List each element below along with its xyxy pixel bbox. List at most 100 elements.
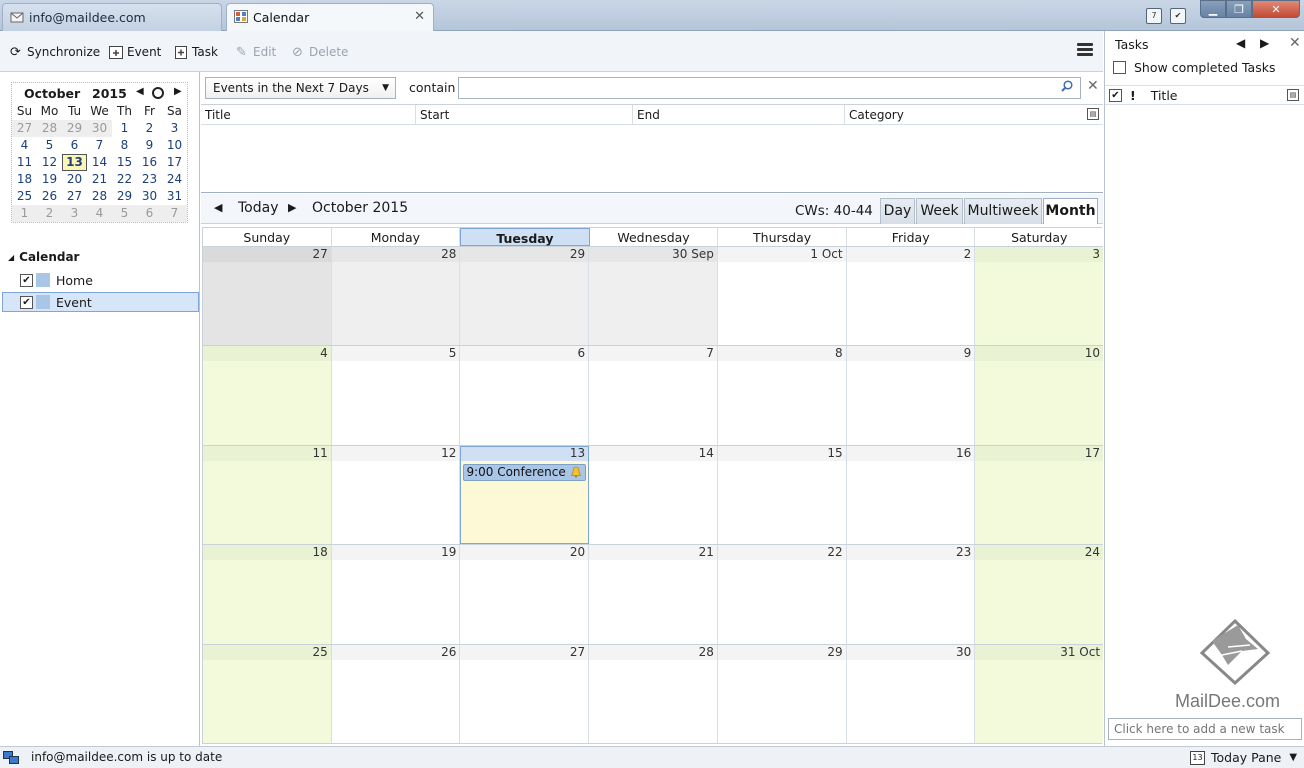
mini-day[interactable]: 4 — [87, 205, 112, 222]
day-cell[interactable]: 30 — [846, 645, 976, 743]
mini-day[interactable]: 9 — [137, 137, 162, 154]
tab-mail[interactable]: info@maildee.com — [2, 3, 222, 31]
mini-month-prev-icon[interactable]: ◀ — [136, 86, 144, 97]
mini-day[interactable]: 1 — [112, 120, 137, 137]
day-cell[interactable]: 25 — [203, 645, 332, 743]
day-cell[interactable]: 27 — [460, 645, 590, 743]
day-cell[interactable]: 8 — [717, 346, 847, 445]
mini-day[interactable]: 3 — [62, 205, 87, 222]
mini-month-year[interactable]: 2015 — [92, 86, 127, 101]
task-complete-column-icon[interactable]: ✔ — [1109, 88, 1122, 102]
day-cell[interactable]: 5 — [331, 346, 461, 445]
day-cell[interactable]: 29 — [717, 645, 847, 743]
mini-day[interactable]: 7 — [162, 205, 187, 222]
day-cell[interactable]: 29 — [460, 247, 590, 345]
day-cell[interactable]: 18 — [203, 545, 332, 644]
mini-day[interactable]: 6 — [62, 137, 87, 154]
mini-day[interactable]: 6 — [137, 205, 162, 222]
column-header-category[interactable]: Category — [845, 105, 1085, 125]
day-cell[interactable]: 22 — [717, 545, 847, 644]
day-cell[interactable]: 15 — [717, 446, 847, 544]
tab-calendar[interactable]: Calendar ✕ — [226, 3, 434, 31]
new-task-button[interactable]: Task — [173, 43, 218, 61]
new-event-button[interactable]: Event — [108, 43, 161, 61]
calendar-event-checkbox[interactable]: ✔ — [20, 295, 33, 309]
task-title-column[interactable]: Title — [1151, 88, 1178, 103]
mini-day-today[interactable]: 13 — [62, 154, 87, 171]
mini-day[interactable]: 27 — [62, 188, 87, 205]
mini-day[interactable]: 3 — [162, 120, 187, 137]
close-window-button[interactable]: ✕ — [1252, 0, 1300, 18]
new-task-input[interactable] — [1108, 718, 1302, 740]
mini-day[interactable]: 2 — [137, 120, 162, 137]
synchronize-button[interactable]: ⟳ Synchronize — [8, 43, 100, 61]
day-cell[interactable]: 28 — [589, 645, 718, 743]
mini-day[interactable]: 30 — [137, 188, 162, 205]
mini-day[interactable]: 16 — [137, 154, 162, 171]
day-cell[interactable]: 1 Oct — [717, 247, 847, 345]
day-cell[interactable]: 30 Sep — [589, 247, 718, 345]
column-picker-icon[interactable]: ▤ — [1087, 108, 1099, 120]
calendar-item-home[interactable]: ✔ Home — [2, 270, 199, 290]
mini-month-today-icon[interactable] — [152, 87, 164, 99]
delete-button[interactable]: ⊘ Delete — [290, 43, 348, 61]
mini-day[interactable]: 5 — [112, 205, 137, 222]
event-filter-select[interactable]: Events in the Next 7 Days ▼ — [205, 77, 396, 99]
day-cell[interactable]: 12 — [331, 446, 461, 544]
mini-day[interactable]: 22 — [112, 171, 137, 188]
task-priority-column[interactable]: ! — [1130, 88, 1136, 103]
day-cell[interactable]: 9 — [846, 346, 976, 445]
mini-month-next-icon[interactable]: ▶ — [174, 86, 182, 97]
mini-day[interactable]: 30 — [87, 120, 112, 137]
today-pane-button[interactable]: 13 Today Pane ▼ — [1190, 750, 1297, 765]
mini-day[interactable]: 21 — [87, 171, 112, 188]
mini-month-month[interactable]: October — [24, 86, 80, 101]
day-cell-today[interactable]: 13 9:00 Conference — [460, 446, 590, 544]
calendar-view-icon[interactable]: 7 — [1146, 8, 1162, 24]
day-cell[interactable]: 26 — [331, 645, 461, 743]
view-week-button[interactable]: Week — [916, 198, 963, 224]
day-cell[interactable]: 11 — [203, 446, 332, 544]
mini-day[interactable]: 18 — [12, 171, 37, 188]
day-cell[interactable]: 16 — [846, 446, 976, 544]
day-cell[interactable]: 31 Oct — [975, 645, 1104, 743]
today-button[interactable]: Today — [238, 200, 279, 216]
column-header-end[interactable]: End — [633, 105, 845, 125]
edit-button[interactable]: ✎ Edit — [234, 43, 276, 61]
calendar-home-checkbox[interactable]: ✔ — [20, 273, 33, 287]
task-view-icon[interactable]: ✔ — [1170, 8, 1186, 24]
day-cell[interactable]: 7 — [589, 346, 718, 445]
mini-day[interactable]: 7 — [87, 137, 112, 154]
day-cell[interactable]: 2 — [846, 247, 976, 345]
mini-day[interactable]: 28 — [37, 120, 62, 137]
tasks-next-icon[interactable]: ▶ — [1260, 36, 1269, 50]
mini-day[interactable]: 27 — [12, 120, 37, 137]
close-tasks-pane-icon[interactable]: ✕ — [1289, 35, 1301, 51]
day-cell[interactable]: 10 — [975, 346, 1104, 445]
mini-day[interactable]: 29 — [62, 120, 87, 137]
day-cell[interactable]: 14 — [589, 446, 718, 544]
clear-search-icon[interactable]: ✕ — [1087, 78, 1099, 94]
mini-day[interactable]: 12 — [37, 154, 62, 171]
mini-day[interactable]: 17 — [162, 154, 187, 171]
day-cell[interactable]: 17 — [975, 446, 1104, 544]
calendar-item-event[interactable]: ✔ Event — [2, 292, 199, 312]
minimize-button[interactable]: ▁ — [1200, 0, 1226, 18]
tasks-prev-icon[interactable]: ◀ — [1236, 36, 1245, 50]
mini-day[interactable]: 14 — [87, 154, 112, 171]
mini-day[interactable]: 26 — [37, 188, 62, 205]
calendar-list-header[interactable]: ◢ Calendar — [8, 250, 79, 264]
column-header-title[interactable]: Title — [201, 105, 416, 125]
day-cell[interactable]: 24 — [975, 545, 1104, 644]
day-cell[interactable]: 6 — [460, 346, 590, 445]
mini-day[interactable]: 5 — [37, 137, 62, 154]
event-item-conference[interactable]: 9:00 Conference — [463, 464, 587, 481]
mini-day[interactable]: 23 — [137, 171, 162, 188]
mini-day[interactable]: 2 — [37, 205, 62, 222]
day-cell[interactable]: 28 — [331, 247, 461, 345]
view-day-button[interactable]: Day — [880, 198, 915, 224]
hamburger-menu-icon[interactable] — [1077, 43, 1093, 59]
show-completed-tasks-toggle[interactable]: Show completed Tasks — [1113, 60, 1276, 75]
online-status-icon[interactable] — [3, 751, 19, 764]
mini-day[interactable]: 24 — [162, 171, 187, 188]
